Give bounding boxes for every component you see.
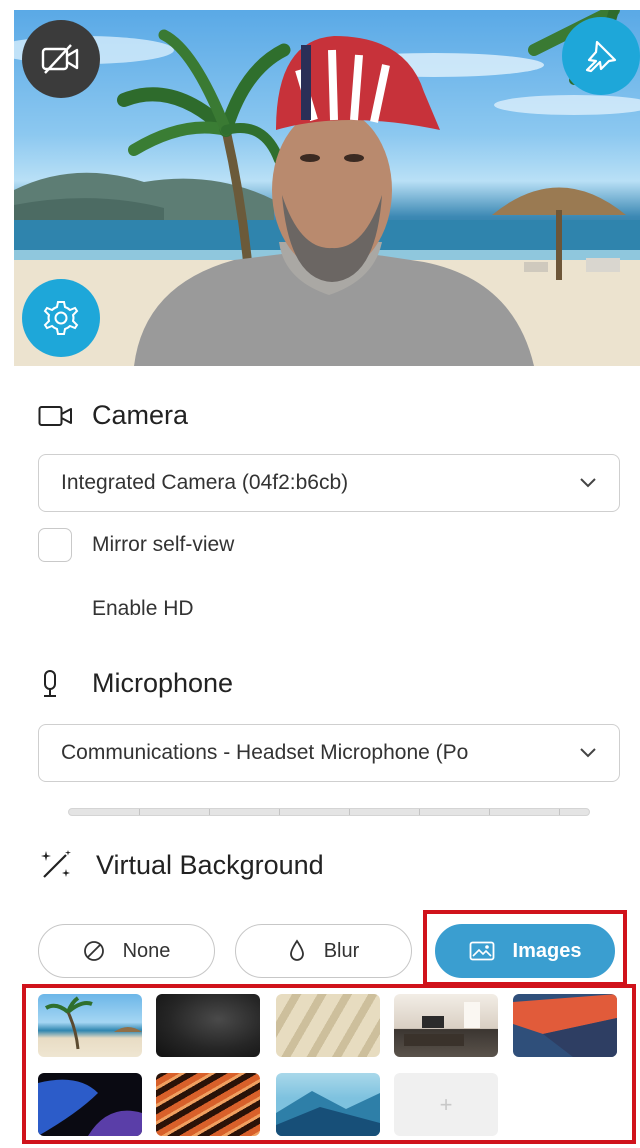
chevron-down-icon: [577, 742, 599, 764]
settings-button[interactable]: [22, 279, 100, 357]
camera-heading: Camera: [38, 400, 188, 431]
camera-off-button[interactable]: [22, 20, 100, 98]
enable-hd-label[interactable]: Enable HD: [92, 597, 194, 621]
microphone-level-meter: [68, 808, 590, 816]
none-background-button[interactable]: None: [38, 924, 215, 978]
chevron-down-icon: [577, 472, 599, 494]
blur-button-label: Blur: [323, 939, 360, 962]
camera-off-icon: [41, 44, 79, 74]
gear-icon: [43, 301, 79, 335]
microphone-icon: [44, 669, 56, 697]
prohibited-icon: [83, 941, 104, 961]
camera-select[interactable]: Integrated Camera (04f2:b6cb): [38, 454, 620, 512]
microphone-select-value: Communications - Headset Microphone (Po: [61, 741, 469, 764]
magic-wand-icon: [41, 850, 71, 878]
mirror-self-view-checkbox[interactable]: [38, 528, 72, 562]
none-button-label: None: [122, 939, 171, 962]
self-view-image: [14, 10, 640, 366]
microphone-heading: Microphone: [38, 668, 233, 699]
camera-select-value: Integrated Camera (04f2:b6cb): [61, 471, 349, 494]
images-highlight-box: [423, 910, 627, 986]
microphone-heading-label: Microphone: [92, 668, 234, 698]
droplet-icon: [289, 939, 304, 961]
mirror-self-view-row[interactable]: Mirror self-view: [38, 528, 234, 562]
microphone-select[interactable]: Communications - Headset Microphone (Po: [38, 724, 620, 782]
camera-heading-label: Camera: [92, 400, 189, 430]
virtual-background-heading: Virtual Background: [38, 847, 324, 883]
left-margin: [0, 0, 14, 1148]
video-camera-icon: [38, 405, 72, 426]
video-preview: [14, 10, 640, 366]
mirror-self-view-label: Mirror self-view: [92, 533, 235, 556]
thumbnails-highlight-box: [22, 984, 636, 1144]
blur-background-button[interactable]: Blur: [235, 924, 412, 978]
pin-icon: [585, 40, 617, 73]
pin-button[interactable]: [562, 17, 640, 95]
virtual-background-heading-label: Virtual Background: [96, 849, 324, 880]
